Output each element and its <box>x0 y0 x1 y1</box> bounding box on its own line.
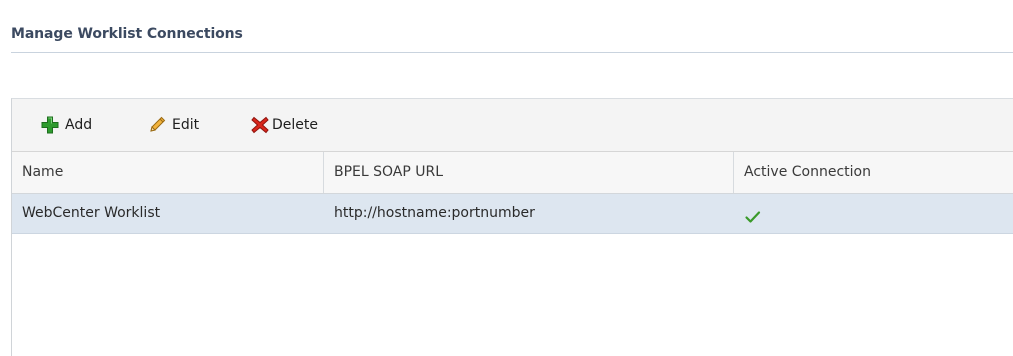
cell-name: WebCenter Worklist <box>22 205 161 221</box>
table-row[interactable]: WebCenter Worklist http://hostname:portn… <box>12 194 1013 234</box>
connections-table: Name BPEL SOAP URL Active Connection Web… <box>12 152 1013 234</box>
edit-button[interactable]: Edit <box>147 113 199 137</box>
column-header-name[interactable]: Name <box>12 152 324 193</box>
manage-worklist-connections-page: Manage Worklist Connections Add Edit Del… <box>0 0 1013 356</box>
pencil-icon <box>147 115 167 135</box>
delete-button[interactable]: Delete <box>250 113 318 137</box>
table-header-row: Name BPEL SOAP URL Active Connection <box>12 152 1013 194</box>
checkmark-icon <box>744 203 762 223</box>
delete-x-icon <box>250 115 270 135</box>
add-icon <box>40 115 60 135</box>
connections-table-panel: Add Edit Delete Name BPEL SOAP URL Activ… <box>11 98 1013 356</box>
delete-button-label: Delete <box>272 117 318 133</box>
section-title: Manage Worklist Connections <box>11 26 243 42</box>
section-header: Manage Worklist Connections <box>11 24 1013 53</box>
add-button-label: Add <box>65 117 93 133</box>
column-header-active-connection[interactable]: Active Connection <box>734 152 1013 193</box>
table-toolbar: Add Edit Delete <box>12 99 1013 152</box>
cell-bpel-soap-url: http://hostname:portnumber <box>334 205 535 221</box>
edit-button-label: Edit <box>172 117 200 133</box>
cell-active-connection <box>734 194 1013 233</box>
add-button[interactable]: Add <box>40 113 92 137</box>
column-header-bpel-soap-url[interactable]: BPEL SOAP URL <box>324 152 734 193</box>
